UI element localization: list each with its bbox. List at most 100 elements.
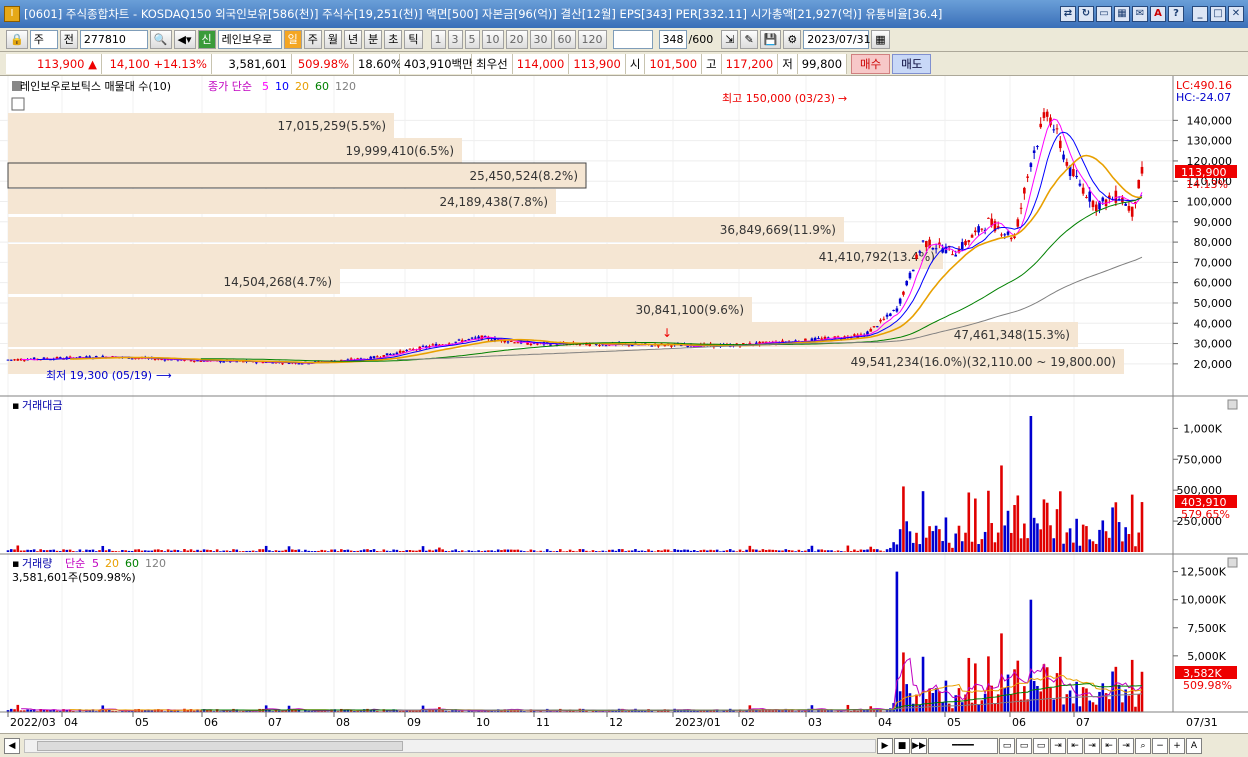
tick-10[interactable]: 10 <box>481 30 504 49</box>
amount-bar <box>88 549 92 552</box>
tool2-icon[interactable]: ⇤ <box>1067 737 1083 754</box>
calendar-icon[interactable]: ▦ <box>871 30 890 49</box>
panel-max-icon[interactable] <box>1227 399 1238 410</box>
tick-30[interactable]: 30 <box>529 30 552 49</box>
layout2-icon[interactable]: ▭ <box>1016 737 1032 754</box>
amount-bar <box>745 549 748 552</box>
amount-bar <box>1016 495 1020 552</box>
amount-bar <box>843 551 846 552</box>
tool5-icon[interactable]: ⇥ <box>1118 737 1134 754</box>
tool3-icon[interactable]: ⇥ <box>1084 737 1100 754</box>
candle-body <box>1075 175 1078 178</box>
amount-bar <box>32 549 36 552</box>
tick-120[interactable]: 120 <box>577 30 607 49</box>
mode2-button[interactable]: 전 <box>59 30 78 49</box>
amount-bar <box>581 549 585 552</box>
zoom-icon[interactable]: ⌕ <box>1135 737 1151 754</box>
amount-bar <box>797 549 801 552</box>
close-button[interactable]: ✕ <box>1228 6 1244 22</box>
sell-button[interactable]: 매도 <box>892 53 932 74</box>
chart-svg[interactable]: 17,015,259(5.5%) 19,999,410(6.5%) 25,450,5… <box>0 76 1248 733</box>
lock-icon[interactable]: 🔒 <box>6 30 28 49</box>
x-tick-label: 12 <box>609 716 623 729</box>
period-day[interactable]: 일 <box>283 30 302 49</box>
change-value: 14,100 +14.13% <box>102 53 212 74</box>
tick-1[interactable]: 1 <box>430 30 446 49</box>
chart-icon[interactable]: ▦ <box>1114 6 1130 22</box>
tool4-icon[interactable]: ⇤ <box>1101 737 1117 754</box>
period-week[interactable]: 주 <box>303 30 322 49</box>
layout3-icon[interactable]: ▭ <box>1033 737 1049 754</box>
screen-icon[interactable]: ▭ <box>1096 6 1112 22</box>
print-icon[interactable]: ✉ <box>1132 6 1148 22</box>
save-icon[interactable]: 💾 <box>759 30 782 49</box>
search-icon[interactable]: 🔍 <box>149 30 172 49</box>
period-tick[interactable]: 틱 <box>404 30 423 49</box>
x-tick-label: 10 <box>476 716 490 729</box>
maximize-button[interactable]: □ <box>1210 6 1226 22</box>
amount-bar <box>706 550 709 552</box>
tick-3[interactable]: 3 <box>447 30 463 49</box>
buy-button[interactable]: 매수 <box>851 53 891 74</box>
link-icon[interactable]: ⇄ <box>1060 6 1076 22</box>
alert-icon[interactable]: A <box>1150 6 1166 22</box>
horizontal-scrollbar[interactable] <box>24 738 876 753</box>
speaker-icon[interactable]: ◀▾ <box>173 30 196 49</box>
amount-bar <box>251 550 255 552</box>
volume-bar <box>951 708 954 712</box>
amount-bar <box>856 550 859 552</box>
layout-icon[interactable]: ▭ <box>999 737 1015 754</box>
candle-body <box>13 359 16 361</box>
amount-bar <box>470 550 474 552</box>
best-label: 최우선 <box>472 53 513 74</box>
scroll-left-icon[interactable]: ◀ <box>4 737 20 754</box>
code-input[interactable]: 277810 <box>79 30 148 49</box>
plus-icon[interactable]: + <box>1169 737 1185 754</box>
amount-bar <box>13 549 16 552</box>
grid-toggle-icon[interactable] <box>11 97 25 111</box>
minimize-button[interactable]: _ <box>1192 6 1208 22</box>
amount-bar <box>392 549 395 552</box>
period-second[interactable]: 초 <box>384 30 403 49</box>
volume-bar <box>941 702 944 712</box>
amount-bar <box>474 551 477 552</box>
help-icon[interactable]: ? <box>1168 6 1184 22</box>
candle-body <box>967 240 971 243</box>
amount-bar <box>1121 541 1124 552</box>
stop-icon[interactable]: ■ <box>894 737 910 754</box>
period-year[interactable]: 년 <box>344 30 363 49</box>
date-input[interactable]: 2023/07/31 <box>803 30 871 49</box>
period-minute[interactable]: 분 <box>364 30 383 49</box>
amount-bar <box>1062 543 1065 552</box>
scroll-thumb[interactable] <box>37 740 403 751</box>
period-month[interactable]: 월 <box>323 30 343 49</box>
amount-bar <box>26 549 29 552</box>
candle-body <box>297 363 301 365</box>
fast-forward-icon[interactable]: ▶▶ <box>911 737 927 754</box>
amount-bar <box>42 550 46 552</box>
refresh-icon[interactable]: ↻ <box>1078 6 1094 22</box>
ma-period: 10 <box>275 80 289 93</box>
tick-input[interactable] <box>612 30 653 49</box>
draw-icon[interactable]: ✎ <box>740 30 758 49</box>
candle-body <box>875 326 879 328</box>
candle-body <box>516 342 520 344</box>
chart-area[interactable]: 17,015,259(5.5%) 19,999,410(6.5%) 25,450,5… <box>0 76 1248 733</box>
y-tick-label: 5,000K <box>1187 650 1226 663</box>
amount-bar <box>323 550 327 552</box>
settings-icon[interactable]: ⚙ <box>783 30 802 49</box>
zoom-icon[interactable]: ⇲ <box>721 30 739 49</box>
minus-icon[interactable]: − <box>1152 737 1168 754</box>
tick-20[interactable]: 20 <box>505 30 528 49</box>
panel-max-icon[interactable] <box>1227 557 1238 568</box>
play-icon[interactable]: ▶ <box>877 737 893 754</box>
tick-60[interactable]: 60 <box>553 30 576 49</box>
tick-5[interactable]: 5 <box>464 30 480 49</box>
count-input[interactable]: 348 <box>658 30 687 49</box>
x-tick-label: 05 <box>947 716 961 729</box>
tool1-icon[interactable]: ⇥ <box>1050 737 1066 754</box>
font-icon[interactable]: A <box>1186 737 1202 754</box>
zoom-slider[interactable]: ━━━━ <box>928 737 998 754</box>
candle-body <box>921 240 925 242</box>
mode-select[interactable]: 주 <box>29 30 58 49</box>
